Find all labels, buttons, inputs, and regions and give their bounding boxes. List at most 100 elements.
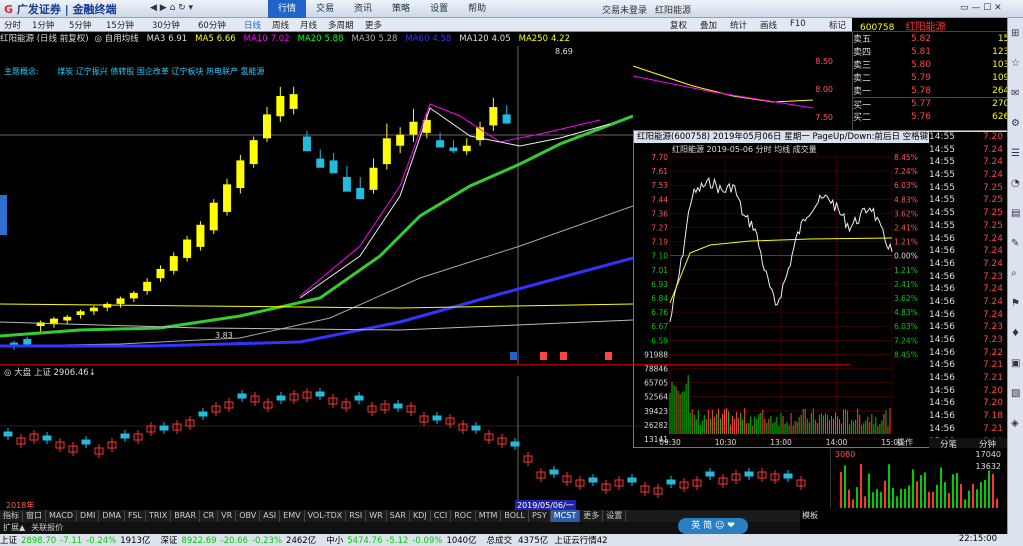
- tool-1[interactable]: 叠加: [700, 19, 717, 31]
- tool-2[interactable]: 统计: [730, 19, 747, 31]
- kline-chart[interactable]: 8.69 3.83: [0, 46, 633, 364]
- indicator-tab-24[interactable]: 更多: [580, 510, 604, 522]
- period-tab-0[interactable]: 分时: [4, 19, 21, 31]
- sidebar-icon-2[interactable]: ✉: [1011, 88, 1019, 99]
- indicator-tab-1[interactable]: 窗口: [23, 510, 46, 522]
- tool-3[interactable]: 画线: [760, 19, 777, 31]
- indicator-tab-25[interactable]: 设置: [603, 510, 627, 522]
- indicator-tab-10[interactable]: OBV: [236, 510, 261, 522]
- sidebar-icon-8[interactable]: ⌕: [1011, 268, 1017, 279]
- indicator-tab-11[interactable]: ASI: [260, 510, 281, 522]
- tab-ticks[interactable]: 分笔: [929, 438, 968, 450]
- nav-tab-4[interactable]: 设置: [420, 0, 458, 18]
- sidebar-icon-7[interactable]: ✎: [1011, 238, 1019, 249]
- indicator-tab-23[interactable]: MCST: [550, 510, 581, 522]
- nav-tab-3[interactable]: 策略: [382, 0, 420, 18]
- index-candle: [783, 473, 793, 479]
- stock-name-link[interactable]: 红阳能源: [655, 3, 691, 16]
- period-tab-3[interactable]: 15分钟: [106, 19, 134, 31]
- sidebar-icon-10[interactable]: ♦: [1011, 328, 1020, 339]
- order-row[interactable]: 买二 5.76 6266: [853, 110, 1019, 124]
- indicator-tab-8[interactable]: CR: [200, 510, 219, 522]
- sidebar-icon-13[interactable]: ◈: [1011, 418, 1019, 429]
- indicator-tab-7[interactable]: BRAR: [171, 510, 201, 522]
- chat-float-button[interactable]: 英 简 ☺ ❤: [678, 518, 748, 534]
- period-tab-6[interactable]: 日线: [244, 19, 261, 31]
- left-axis-label: 7.70: [651, 153, 668, 162]
- order-row[interactable]: 卖三 5.80 1036: [853, 58, 1019, 72]
- candle-body: [316, 158, 325, 168]
- trade-login-link[interactable]: 交易未登录: [602, 3, 647, 16]
- status-extra-0: 总成交: [486, 536, 513, 546]
- indicator-tab-20[interactable]: MTM: [476, 510, 502, 522]
- tick-list[interactable]: 14:55 7.20 14:55 7.24 14:55 7.24 14:55 7.24 14:5…: [929, 132, 1007, 447]
- indicator-tab-12[interactable]: EMV: [280, 510, 305, 522]
- sidebar-icon-1[interactable]: ☆: [1011, 58, 1020, 69]
- indicator-tab-22[interactable]: PSY: [529, 510, 551, 522]
- indicator-tab-15[interactable]: WR: [366, 510, 387, 522]
- order-row[interactable]: 卖一 5.78 2641: [853, 84, 1019, 98]
- sidebar-icon-11[interactable]: ▣: [1011, 358, 1020, 369]
- indicator-tab-14[interactable]: RSI: [346, 510, 367, 522]
- nav-back-icon[interactable]: ◀ ▶ ⌂ ↻ ▾: [150, 3, 193, 13]
- order-row[interactable]: 卖五 5.82154: [853, 32, 1019, 46]
- indicator-tab-21[interactable]: BOLL: [501, 510, 529, 522]
- right-sidebar[interactable]: ⊞ ☆ ✉ ⚙ ☰ ◔ ▤ ✎ ⌕ ⚑ ♦ ▣ ▧ ◈: [1007, 18, 1023, 538]
- sidebar-icon-4[interactable]: ☰: [1011, 148, 1020, 159]
- indicator-tab-16[interactable]: SAR: [387, 510, 410, 522]
- related-quote-button[interactable]: 关联报价: [28, 522, 66, 534]
- order-price: 5.78: [910, 85, 931, 96]
- indicator-tab-13[interactable]: VOL-TDX: [305, 510, 347, 522]
- template-button[interactable]: 模板: [802, 510, 818, 521]
- period-tab-8[interactable]: 月线: [300, 19, 317, 31]
- indicator-tab-3[interactable]: DMI: [77, 510, 100, 522]
- period-tab-7[interactable]: 周线: [272, 19, 289, 31]
- tool-0[interactable]: 复权: [670, 19, 687, 31]
- indicator-tab-17[interactable]: KDJ: [410, 510, 431, 522]
- sidebar-icon-9[interactable]: ⚑: [1011, 298, 1020, 309]
- sidebar-icon-3[interactable]: ⚙: [1011, 118, 1020, 129]
- panel-divider: [0, 364, 850, 365]
- index-value: 2898.70: [21, 536, 57, 546]
- indicator-tab-19[interactable]: ROC: [451, 510, 476, 522]
- candle-body: [382, 138, 391, 165]
- period-tab-1[interactable]: 1分钟: [32, 19, 54, 31]
- order-row[interactable]: 卖二 5.79 1091: [853, 71, 1019, 85]
- sidebar-icon-6[interactable]: ▤: [1011, 208, 1020, 219]
- expand-button[interactable]: 扩展▲: [0, 522, 28, 534]
- period-tab-2[interactable]: 5分钟: [69, 19, 91, 31]
- nav-tab-5[interactable]: 帮助: [458, 0, 496, 18]
- index-kline-chart[interactable]: [0, 376, 820, 500]
- indicator-tab-5[interactable]: FSL: [125, 510, 146, 522]
- tool-4[interactable]: F10: [790, 19, 806, 29]
- period-tab-4[interactable]: 30分钟: [152, 19, 180, 31]
- sidebar-icon-5[interactable]: ◔: [1011, 178, 1020, 189]
- order-row[interactable]: 卖四 5.81 1232: [853, 45, 1019, 59]
- sidebar-icon-12[interactable]: ▧: [1011, 388, 1020, 399]
- period-tab-9[interactable]: 多周期: [328, 19, 354, 31]
- nav-tab-1[interactable]: 交易: [306, 0, 344, 18]
- period-tab-5[interactable]: 60分钟: [198, 19, 226, 31]
- indicator-tab-0[interactable]: 指标: [0, 510, 23, 522]
- indicator-tab-2[interactable]: MACD: [46, 510, 77, 522]
- sidebar-icon-0[interactable]: ⊞: [1011, 28, 1019, 39]
- nav-tab-2[interactable]: 资讯: [344, 0, 382, 18]
- indicator-tab-6[interactable]: TRIX: [146, 510, 172, 522]
- tick-time: 14:56: [929, 373, 955, 384]
- ma-5: MA60 4.58: [405, 34, 451, 44]
- title-bar: G 广发证券 | 金融终端 ◀ ▶ ⌂ ↻ ▾ 行情 交易 资讯 策略 设置 帮助 交易未…: [0, 0, 1023, 18]
- tick-price: 7.24: [982, 170, 1003, 181]
- expand-left-handle[interactable]: [0, 195, 7, 235]
- period-tab-10[interactable]: 更多: [365, 19, 382, 31]
- indicator-tab-18[interactable]: CCI: [431, 510, 452, 522]
- ma-value: 5.28: [378, 34, 398, 44]
- right-axis-label: 7.24%: [894, 167, 918, 176]
- order-row[interactable]: 买一 5.77 2702: [853, 97, 1019, 111]
- window-controls[interactable]: ▭ — ☐ ✕: [960, 3, 1002, 13]
- indicator-tab-9[interactable]: VR: [218, 510, 237, 522]
- tool-5[interactable]: 标记: [829, 19, 846, 31]
- nav-tab-0[interactable]: 行情: [268, 0, 307, 18]
- tab-minutes[interactable]: 分钟: [968, 438, 1007, 450]
- indicator-tab-4[interactable]: DMA: [99, 510, 125, 522]
- left-axis-label: 7.19: [651, 238, 668, 247]
